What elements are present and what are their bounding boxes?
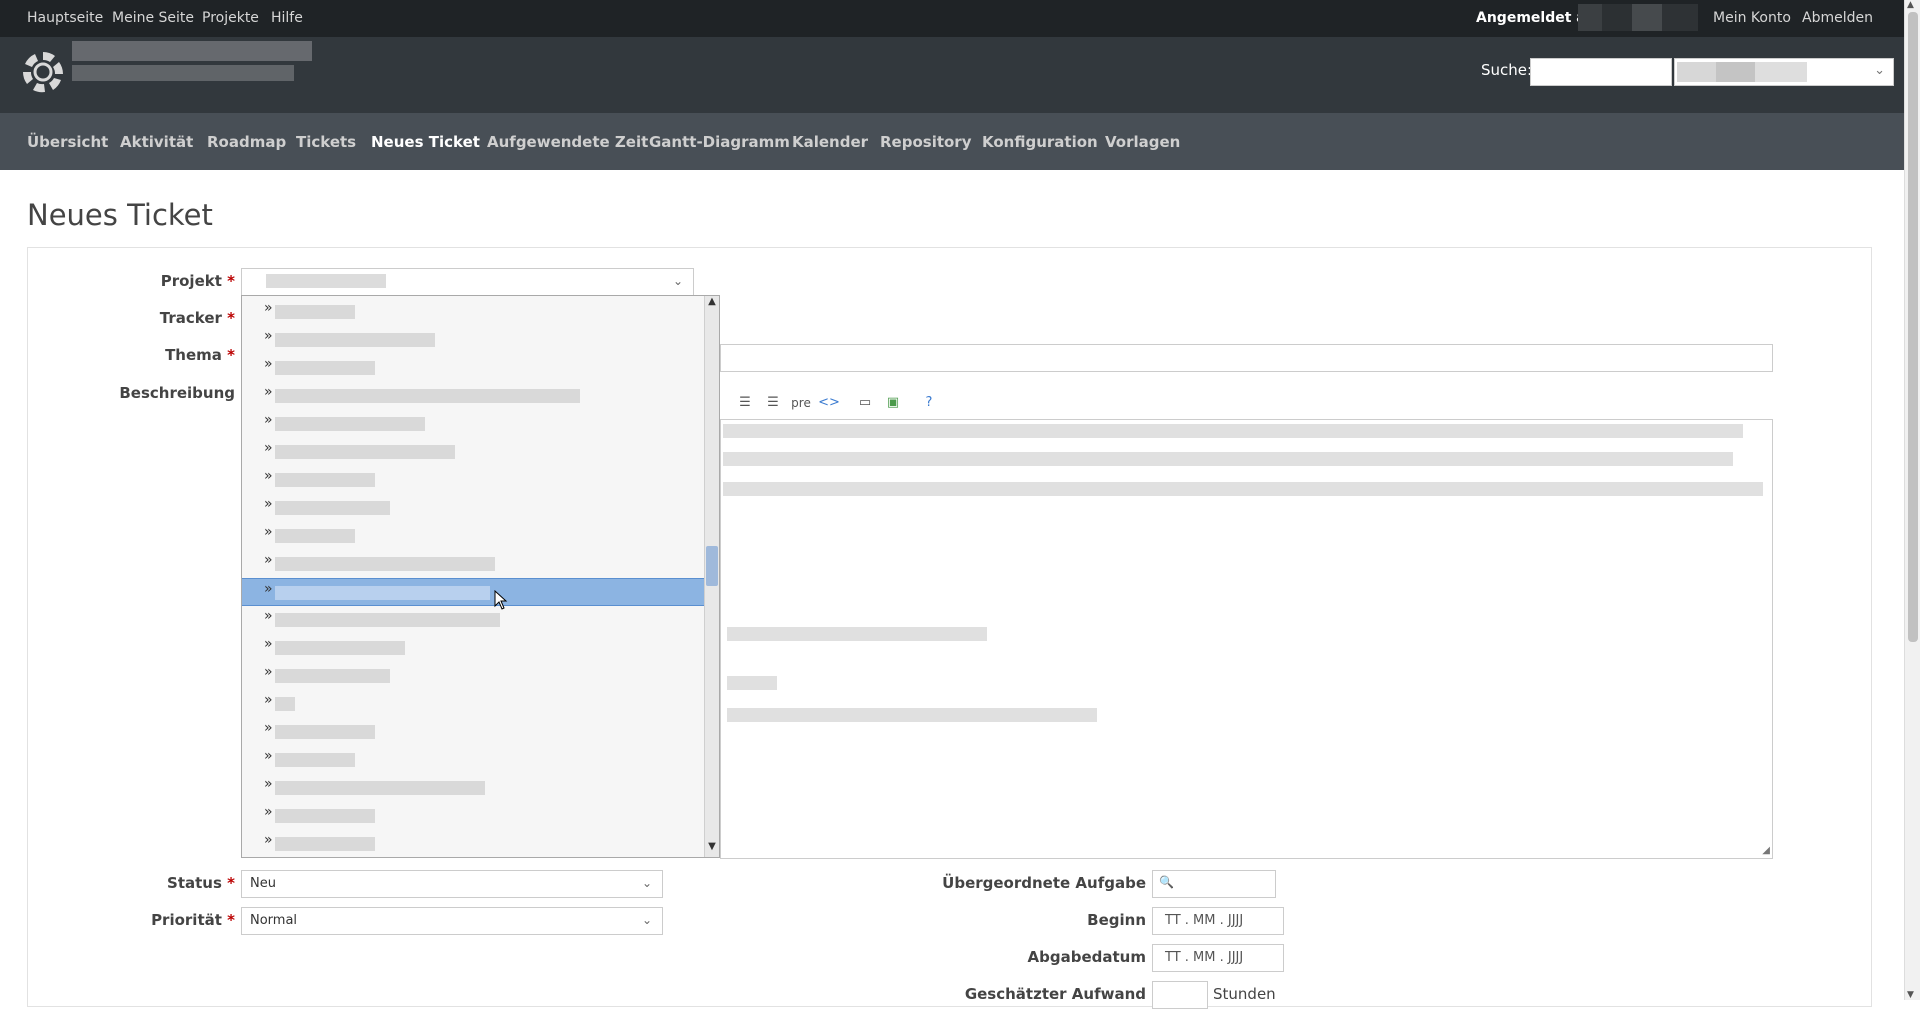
dropdown-option[interactable]: » bbox=[242, 830, 705, 858]
dropdown-option[interactable]: » bbox=[242, 802, 705, 830]
tab-vorlagen[interactable]: Vorlagen bbox=[1105, 133, 1180, 151]
tab-konfiguration[interactable]: Konfiguration bbox=[982, 133, 1098, 151]
status-value: Neu bbox=[250, 876, 276, 891]
mouse-cursor-icon bbox=[494, 590, 508, 610]
dropdown-option[interactable]: » bbox=[242, 718, 705, 746]
logo-icon bbox=[23, 52, 63, 93]
tab-repository[interactable]: Repository bbox=[880, 133, 972, 151]
dropdown-option[interactable]: » bbox=[242, 382, 705, 410]
project-jump-select[interactable]: ⌄ bbox=[1674, 58, 1894, 86]
parent-task-input[interactable]: 🔍 bbox=[1152, 870, 1276, 898]
scroll-thumb[interactable] bbox=[706, 546, 718, 586]
tab-roadmap[interactable]: Roadmap bbox=[207, 133, 286, 151]
status-select[interactable]: Neu ⌄ bbox=[241, 870, 663, 898]
dropdown-option[interactable]: » bbox=[242, 746, 705, 774]
dropdown-option[interactable]: » bbox=[242, 550, 705, 578]
image-icon[interactable]: ▣ bbox=[882, 392, 904, 414]
prioritaet-select[interactable]: Normal ⌄ bbox=[241, 907, 663, 935]
tab-uebersicht[interactable]: Übersicht bbox=[27, 133, 108, 151]
project-subtitle bbox=[72, 65, 294, 81]
tab-aktivitaet[interactable]: Aktivität bbox=[120, 133, 193, 151]
dropdown-option[interactable]: » bbox=[242, 466, 705, 494]
help-icon[interactable]: ? bbox=[918, 392, 940, 414]
link-projekte[interactable]: Projekte bbox=[202, 10, 259, 26]
tab-neues-ticket[interactable]: Neues Ticket bbox=[371, 133, 480, 151]
link-meine-seite[interactable]: Meine Seite bbox=[112, 10, 194, 26]
beginn-date-input[interactable]: TT . MM . JJJJ bbox=[1152, 907, 1284, 935]
scroll-down-icon[interactable]: ▼ bbox=[1907, 990, 1914, 1000]
prioritaet-value: Normal bbox=[250, 913, 298, 928]
search-input[interactable] bbox=[1530, 58, 1672, 86]
outdent-icon[interactable]: ☰ bbox=[762, 392, 784, 414]
scroll-up-icon[interactable]: ▲ bbox=[1907, 0, 1914, 10]
dropdown-option[interactable]: » bbox=[242, 298, 705, 326]
abgabedatum-label: Abgabedatum bbox=[1027, 948, 1146, 966]
resize-handle-icon[interactable]: ◢ bbox=[1762, 845, 1770, 856]
description-textarea[interactable]: ◢ bbox=[715, 419, 1773, 859]
link-hauptseite[interactable]: Hauptseite bbox=[27, 10, 103, 26]
chevron-down-icon: ⌄ bbox=[1874, 63, 1885, 78]
project-title bbox=[72, 41, 312, 61]
tracker-label: Tracker * bbox=[159, 309, 235, 327]
dropdown-scrollbar[interactable]: ▲ ▼ bbox=[704, 296, 719, 857]
code-button[interactable]: <> bbox=[818, 392, 840, 414]
logged-in-user-name[interactable] bbox=[1578, 4, 1698, 31]
dropdown-option[interactable]: » bbox=[242, 522, 705, 550]
dropdown-option[interactable]: » bbox=[242, 494, 705, 522]
scroll-up-icon[interactable]: ▲ bbox=[705, 296, 719, 312]
chevron-down-icon: ⌄ bbox=[641, 876, 652, 890]
dropdown-option[interactable]: » bbox=[242, 354, 705, 382]
scroll-down-icon[interactable]: ▼ bbox=[705, 841, 719, 857]
dropdown-option[interactable]: » bbox=[242, 606, 705, 634]
link-icon[interactable]: ▭ bbox=[854, 392, 876, 414]
status-label: Status * bbox=[167, 874, 235, 892]
link-abmelden[interactable]: Abmelden bbox=[1802, 10, 1873, 26]
projekt-select[interactable]: ⌄ bbox=[241, 268, 694, 296]
link-hilfe[interactable]: Hilfe bbox=[271, 10, 303, 26]
indent-icon[interactable]: ☰ bbox=[734, 392, 756, 414]
abgabedatum-date-input[interactable]: TT . MM . JJJJ bbox=[1152, 944, 1284, 972]
page-title: Neues Ticket bbox=[27, 198, 213, 232]
chevron-down-icon: ⌄ bbox=[672, 274, 683, 288]
aufwand-input[interactable] bbox=[1152, 981, 1208, 1009]
search-label: Suche: bbox=[1481, 61, 1533, 79]
prioritaet-label: Priorität * bbox=[151, 911, 235, 929]
main-menu: Übersicht Aktivität Roadmap Tickets Neue… bbox=[0, 113, 1904, 170]
pre-button[interactable]: pre bbox=[790, 392, 812, 414]
beschreibung-label: Beschreibung bbox=[119, 384, 235, 402]
page-scrollbar[interactable]: ▲ ▼ bbox=[1904, 0, 1920, 1000]
dropdown-option[interactable]: » bbox=[242, 410, 705, 438]
top-menu: Hauptseite Meine Seite Projekte Hilfe An… bbox=[0, 0, 1904, 37]
parent-task-label: Übergeordnete Aufgabe bbox=[942, 874, 1146, 892]
tab-gantt-diagramm[interactable]: Gantt-Diagramm bbox=[649, 133, 790, 151]
chevron-down-icon: ⌄ bbox=[641, 913, 652, 927]
header: Suche: ⌄ bbox=[0, 37, 1904, 113]
aufwand-label: Geschätzter Aufwand bbox=[964, 985, 1146, 1003]
dropdown-option-highlighted[interactable]: » bbox=[242, 578, 705, 606]
dropdown-option[interactable]: » bbox=[242, 634, 705, 662]
link-mein-konto[interactable]: Mein Konto bbox=[1713, 10, 1791, 26]
dropdown-option[interactable]: » bbox=[242, 774, 705, 802]
beginn-label: Beginn bbox=[1087, 911, 1146, 929]
scroll-thumb[interactable] bbox=[1908, 12, 1918, 642]
thema-input[interactable] bbox=[720, 344, 1773, 372]
thema-label: Thema * bbox=[165, 346, 235, 364]
tab-tickets[interactable]: Tickets bbox=[296, 133, 356, 151]
tab-kalender[interactable]: Kalender bbox=[792, 133, 868, 151]
dropdown-option[interactable]: » bbox=[242, 326, 705, 354]
dropdown-option[interactable]: » bbox=[242, 438, 705, 466]
aufwand-unit: Stunden bbox=[1213, 985, 1276, 1003]
projekt-label: Projekt * bbox=[160, 272, 235, 290]
search-icon: 🔍 bbox=[1159, 875, 1174, 889]
projekt-dropdown-list: » » » » » » » » » » » » » » » » » » » » … bbox=[241, 295, 720, 858]
tab-aufgewendete-zeit[interactable]: Aufgewendete Zeit bbox=[487, 133, 648, 151]
dropdown-option[interactable]: » bbox=[242, 690, 705, 718]
dropdown-option[interactable]: » bbox=[242, 662, 705, 690]
